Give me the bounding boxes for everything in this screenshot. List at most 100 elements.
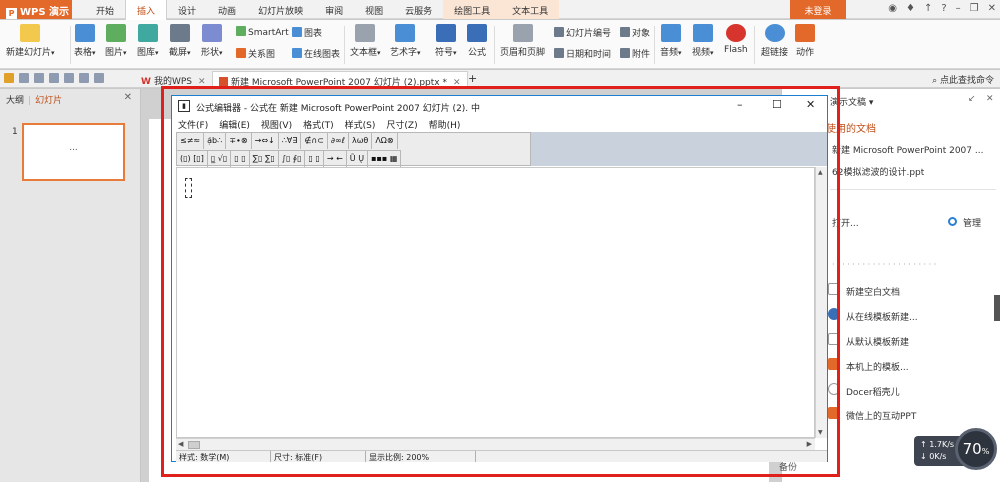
tab-design[interactable]: 设计 bbox=[167, 0, 207, 19]
summation-templates[interactable]: ∑▯ ∑▯ bbox=[250, 151, 279, 167]
arrow-templates[interactable]: → ← bbox=[324, 151, 347, 167]
horizontal-scrollbar[interactable]: ◀ ▶ bbox=[176, 438, 815, 450]
recent-doc-1[interactable]: 新建 Microsoft PowerPoint 2007 ... bbox=[832, 143, 983, 156]
product-templates[interactable]: Ũ Ų bbox=[347, 151, 369, 167]
new-from-default-template[interactable]: 从默认模板新建 bbox=[846, 335, 909, 348]
online-chart-button[interactable]: 在线图表 bbox=[292, 47, 340, 60]
new-tab-button[interactable]: + bbox=[462, 71, 483, 88]
logic-palette[interactable]: ∴∀∃ bbox=[279, 133, 302, 149]
action-button[interactable]: 动作 bbox=[795, 24, 815, 58]
export-icon[interactable] bbox=[64, 73, 74, 83]
recent-doc-2[interactable]: 62模拟滤波的设计.ppt bbox=[832, 165, 924, 178]
relation-chart-button[interactable]: 关系图 bbox=[236, 47, 275, 60]
new-blank-doc[interactable]: 新建空白文档 bbox=[846, 285, 900, 298]
scroll-right-icon[interactable]: ▶ bbox=[807, 440, 812, 448]
manage-button[interactable]: 管理 bbox=[963, 216, 981, 229]
tab-current-document[interactable]: 新建 Microsoft PowerPoint 2007 幻灯片 (2).ppt… bbox=[212, 71, 468, 88]
scroll-up-icon[interactable]: ▲ bbox=[818, 169, 823, 176]
menu-edit[interactable]: 编辑(E) bbox=[219, 116, 250, 131]
tab-animation[interactable]: 动画 bbox=[207, 0, 247, 19]
tab-home[interactable]: 开始 bbox=[85, 0, 125, 19]
arrows-palette[interactable]: →⇔↓ bbox=[252, 133, 279, 149]
bar-templates[interactable]: ▯ ▯ bbox=[305, 151, 324, 167]
integral-templates[interactable]: ∫▯ ∮▯ bbox=[279, 151, 306, 167]
slide-number-button[interactable]: 幻灯片编号 bbox=[554, 26, 611, 39]
open-folder-icon[interactable] bbox=[4, 73, 14, 83]
chart-button[interactable]: 图表 bbox=[292, 26, 322, 39]
tab-insert[interactable]: 插入 bbox=[125, 0, 168, 20]
new-from-online-template[interactable]: 从在线模板新建... bbox=[846, 310, 918, 323]
object-button[interactable]: 对象 bbox=[620, 26, 650, 39]
menu-format[interactable]: 格式(T) bbox=[303, 116, 334, 131]
set-theory-palette[interactable]: ∉∩⊂ bbox=[301, 133, 328, 149]
pin-icon[interactable]: ↑ bbox=[924, 3, 932, 14]
docer-link[interactable]: Docer稻壳儿 bbox=[846, 385, 900, 398]
hyperlink-button[interactable]: 超链接 bbox=[761, 24, 788, 58]
menu-style[interactable]: 样式(S) bbox=[345, 116, 376, 131]
equation-editor-titlebar[interactable]: ▮ 公式编辑器 - 公式在 新建 Microsoft PowerPoint 20… bbox=[172, 96, 827, 116]
relations-palette[interactable]: ≤≠≈ bbox=[177, 133, 205, 149]
spaces-palette[interactable]: ạ̇b∴ bbox=[204, 133, 227, 149]
close-icon[interactable]: ✕ bbox=[806, 98, 815, 111]
fence-templates[interactable]: (▯) [▯] bbox=[177, 151, 208, 167]
wechat-interactive-ppt[interactable]: 微信上的互动PPT bbox=[846, 409, 916, 422]
close-icon[interactable]: ✕ bbox=[124, 92, 132, 103]
gallery-button[interactable]: 图库▾ bbox=[137, 24, 159, 58]
screenshot-button[interactable]: 截屏▾ bbox=[169, 24, 191, 58]
matrix-templates[interactable]: ▪▪▪ ▦ bbox=[368, 151, 402, 167]
tab-slideshow[interactable]: 幻灯片放映 bbox=[247, 0, 314, 19]
pane-edge-handle[interactable] bbox=[994, 295, 1000, 321]
skin-icon[interactable]: ◉ bbox=[888, 3, 897, 14]
new-slide-button[interactable]: 新建幻灯片▾ bbox=[6, 24, 55, 58]
minimize-icon[interactable]: – bbox=[956, 3, 961, 14]
scroll-left-icon[interactable]: ◀ bbox=[178, 440, 183, 448]
shape-button[interactable]: 形状▾ bbox=[201, 24, 223, 58]
tab-view[interactable]: 视图 bbox=[354, 0, 394, 19]
greek-upper-palette[interactable]: ΛΩ⊗ bbox=[372, 133, 398, 149]
menu-view[interactable]: 视图(V) bbox=[261, 116, 292, 131]
tab-slides[interactable]: 幻灯片 bbox=[35, 96, 62, 106]
header-footer-button[interactable]: 页眉和页脚 bbox=[500, 24, 545, 58]
tab-review[interactable]: 审阅 bbox=[314, 0, 354, 19]
close-icon[interactable]: ✕ bbox=[453, 78, 461, 88]
picture-button[interactable]: 图片▾ bbox=[105, 24, 127, 58]
close-icon[interactable]: ✕ bbox=[198, 77, 206, 87]
menu-size[interactable]: 尺寸(Z) bbox=[386, 116, 417, 131]
empty-slot-placeholder[interactable] bbox=[185, 178, 192, 198]
tab-cloud[interactable]: 云服务 bbox=[394, 0, 443, 19]
datetime-button[interactable]: 日期和时间 bbox=[554, 47, 611, 60]
textbox-button[interactable]: 文本框▾ bbox=[350, 24, 381, 58]
app-menu-button[interactable]: PWPS 演示▾ bbox=[0, 0, 72, 29]
equation-edit-area[interactable] bbox=[176, 167, 815, 438]
fraction-radical-templates[interactable]: ▯̲ √▯ bbox=[208, 151, 232, 167]
login-button[interactable]: 未登录 bbox=[790, 0, 846, 19]
print-icon[interactable] bbox=[34, 73, 44, 83]
attachment-button[interactable]: 附件 bbox=[620, 47, 650, 60]
open-button[interactable]: 打开... bbox=[832, 216, 859, 229]
undo-icon[interactable] bbox=[79, 73, 89, 83]
menu-help[interactable]: 帮助(H) bbox=[429, 116, 461, 131]
help-icon[interactable]: ? bbox=[941, 3, 946, 14]
redo-icon[interactable] bbox=[94, 73, 104, 83]
slide-thumbnail[interactable]: ... bbox=[22, 123, 125, 181]
script-templates[interactable]: ▯ ▯ bbox=[231, 151, 250, 167]
tab-text-tools[interactable]: 文本工具 bbox=[501, 0, 560, 19]
task-pane-header[interactable]: 演示文稿 ▾ bbox=[830, 95, 873, 108]
collapse-icon[interactable]: ↙ bbox=[968, 94, 976, 104]
video-button[interactable]: 视频▾ bbox=[692, 24, 714, 58]
scroll-down-icon[interactable]: ▼ bbox=[818, 429, 823, 436]
restore-icon[interactable]: ❐ bbox=[970, 3, 979, 14]
tab-outline[interactable]: 大纲 bbox=[6, 96, 24, 106]
preview-icon[interactable] bbox=[49, 73, 59, 83]
save-icon[interactable] bbox=[19, 73, 29, 83]
maximize-icon[interactable]: ☐ bbox=[772, 98, 782, 111]
local-template[interactable]: 本机上的模板... bbox=[846, 360, 909, 373]
tab-my-wps[interactable]: W 我的WPS ✕ bbox=[135, 71, 212, 88]
close-icon[interactable]: ✕ bbox=[988, 3, 996, 14]
formula-button[interactable]: 公式 bbox=[467, 24, 487, 58]
symbol-button[interactable]: 符号▾ bbox=[435, 24, 457, 58]
operators-palette[interactable]: ∓∙⊗ bbox=[226, 133, 252, 149]
scrollbar-thumb[interactable] bbox=[188, 441, 200, 449]
vertical-scrollbar[interactable]: ▲ ▼ bbox=[815, 167, 827, 438]
misc-symbols-palette[interactable]: ∂∞ℓ bbox=[328, 133, 349, 149]
